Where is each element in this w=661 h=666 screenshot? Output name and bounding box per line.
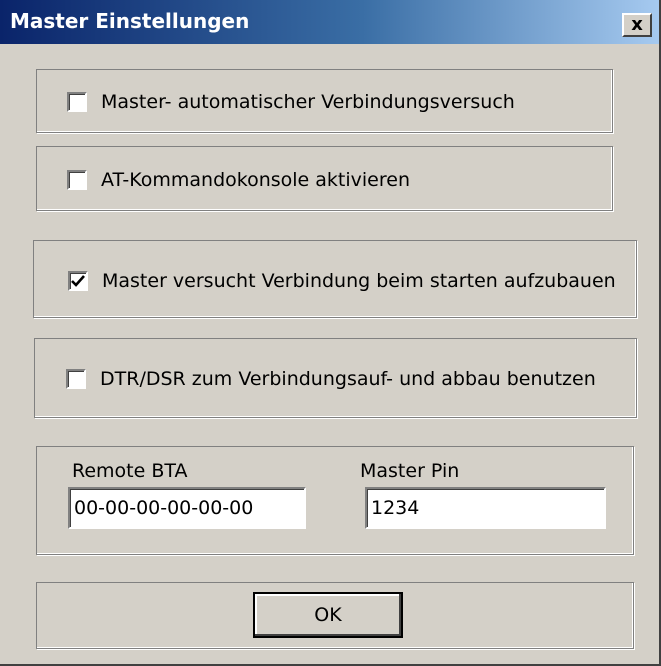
close-icon: x	[631, 14, 643, 35]
option-group-at-console: AT-Kommandokonsole aktivieren	[36, 146, 613, 211]
option-group-dtr-dsr: DTR/DSR zum Verbindungsauf- und abbau be…	[34, 338, 637, 418]
connect-on-start-option[interactable]: Master versucht Verbindung beim starten …	[68, 270, 616, 292]
auto-connect-option[interactable]: Master- automatischer Verbindungsversuch	[67, 91, 515, 113]
connect-on-start-checkbox[interactable]	[68, 271, 88, 291]
auto-connect-checkbox[interactable]	[67, 92, 87, 112]
at-console-checkbox[interactable]	[67, 170, 87, 190]
close-button[interactable]: x	[622, 13, 652, 37]
master-pin-label: Master Pin	[360, 460, 460, 482]
title-bar[interactable]: Master Einstellungen x	[0, 0, 659, 44]
connect-on-start-label: Master versucht Verbindung beim starten …	[102, 270, 616, 292]
at-console-option[interactable]: AT-Kommandokonsole aktivieren	[67, 169, 410, 191]
auto-connect-label: Master- automatischer Verbindungsversuch	[101, 91, 515, 113]
dtr-dsr-label: DTR/DSR zum Verbindungsauf- und abbau be…	[100, 368, 596, 390]
settings-dialog: Master Einstellungen x Master- automatis…	[0, 0, 661, 666]
dtr-dsr-option[interactable]: DTR/DSR zum Verbindungsauf- und abbau be…	[66, 368, 596, 390]
ok-button-label: OK	[314, 604, 342, 626]
at-console-label: AT-Kommandokonsole aktivieren	[101, 169, 411, 191]
checkmark-icon	[71, 275, 85, 287]
window-title: Master Einstellungen	[10, 9, 250, 33]
dtr-dsr-checkbox[interactable]	[66, 369, 86, 389]
master-pin-input[interactable]	[365, 487, 606, 529]
remote-bta-label: Remote BTA	[72, 460, 188, 482]
remote-bta-input[interactable]	[68, 487, 306, 529]
option-group-auto-connect: Master- automatischer Verbindungsversuch	[36, 69, 613, 133]
ok-button[interactable]: OK	[253, 592, 403, 638]
option-group-connect-on-start: Master versucht Verbindung beim starten …	[33, 240, 637, 318]
